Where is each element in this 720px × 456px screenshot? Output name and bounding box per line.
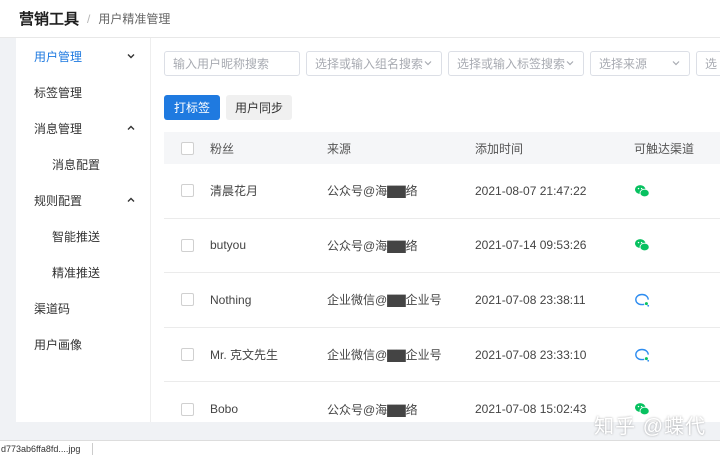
user-sync-button[interactable]: 用户同步 [226,95,292,120]
sidebar-item-tag-management[interactable]: 标签管理 [16,74,150,110]
nickname-search-input[interactable]: 输入用户昵称搜索 [164,51,300,76]
sidebar-item-label: 渠道码 [34,301,71,316]
main-content: 输入用户昵称搜索 选择或输入组名搜索 选择或输入标签搜索 选择来源 选 打标签 … [151,38,720,422]
added-time: 2021-07-08 23:33:10 [475,347,587,362]
sidebar: 用户管理 标签管理 消息管理 消息配置 规则配置 智能推送 精准推送 渠道码 用… [16,38,151,422]
row-checkbox[interactable] [181,402,194,416]
chevron-up-icon [124,121,138,135]
placeholder-text: 输入用户昵称搜索 [173,57,270,71]
source-select[interactable]: 选择来源 [590,51,690,76]
status-bar: d773ab6ffa8fd....jpg [0,440,720,456]
column-header-channel: 可触达渠道 [634,141,695,156]
sidebar-item-message-management[interactable]: 消息管理 [16,110,150,146]
placeholder-text: 选择来源 [599,57,648,71]
sidebar-item-label: 智能推送 [52,229,101,244]
sidebar-item-label: 用户管理 [34,49,83,64]
sidebar-item-precise-push[interactable]: 精准推送 [16,254,150,290]
divider [92,442,94,455]
table-row[interactable]: 清晨花月 公众号@海▇▇络 2021-08-07 21:47:22 [164,164,720,219]
chevron-down-icon [423,57,433,71]
extra-select[interactable]: 选 [696,51,720,76]
fan-name: Mr. 克文先生 [210,348,278,363]
added-time: 2021-08-07 21:47:22 [475,183,587,198]
chevron-down-icon [565,57,575,71]
file-name: d773ab6ffa8fd....jpg [1,443,81,454]
added-time: 2021-07-08 23:38:11 [475,292,586,307]
sidebar-item-label: 精准推送 [52,265,101,280]
column-header-source: 来源 [327,141,352,156]
sidebar-item-message-config[interactable]: 消息配置 [16,146,150,182]
breadcrumb-separator: / [87,11,91,26]
sidebar-item-label: 规则配置 [34,193,83,208]
sidebar-item-rule-config[interactable]: 规则配置 [16,182,150,218]
source-text: 公众号@海▇▇络 [327,238,418,253]
sidebar-item-user-profile[interactable]: 用户画像 [16,326,150,362]
row-checkbox[interactable] [181,293,194,307]
tag-button[interactable]: 打标签 [164,95,220,120]
column-header-time: 添加时间 [475,141,524,156]
fan-name: Nothing [210,292,252,307]
wechat-icon [634,237,720,253]
chevron-down-icon [671,57,681,71]
chevron-up-icon [124,193,138,207]
app-title: 营销工具 [19,11,80,28]
top-header: 营销工具 / 用户精准管理 [0,0,720,38]
user-table: 粉丝 来源 添加时间 可触达渠道 清晨花月 公众号@海▇▇络 2021-08-07 … [164,132,720,422]
row-checkbox[interactable] [181,238,194,252]
source-text: 企业微信@▇▇企业号 [327,348,442,363]
row-checkbox[interactable] [181,348,194,362]
placeholder-text: 选择或输入组名搜索 [315,57,424,71]
column-header-fans: 粉丝 [210,141,235,156]
select-all-checkbox[interactable] [181,141,194,155]
chevron-down-icon [124,49,138,63]
sidebar-item-label: 消息配置 [52,157,101,172]
tag-select[interactable]: 选择或输入标签搜索 [448,51,584,76]
group-select[interactable]: 选择或输入组名搜索 [306,51,442,76]
sidebar-item-label: 用户画像 [34,337,83,352]
watermark: 知乎 @蝶代 [594,416,706,438]
placeholder-text: 选择或输入标签搜索 [457,57,566,71]
table-row[interactable]: butyou 公众号@海▇▇络 2021-07-14 09:53:26 [164,219,720,274]
source-text: 公众号@海▇▇络 [327,402,418,417]
table-body: 清晨花月 公众号@海▇▇络 2021-08-07 21:47:22 butyou 公众号… [164,164,720,422]
work-wechat-icon [634,292,720,308]
sidebar-item-channel-code[interactable]: 渠道码 [16,290,150,326]
sidebar-item-label: 消息管理 [34,121,83,136]
work-wechat-icon [634,347,720,363]
fan-name: Bobo [210,402,239,417]
breadcrumb[interactable]: 用户精准管理 [98,10,170,27]
source-text: 公众号@海▇▇络 [327,184,418,199]
filter-bar: 输入用户昵称搜索 选择或输入组名搜索 选择或输入标签搜索 选择来源 选 [164,51,720,76]
sidebar-item-user-management[interactable]: 用户管理 [16,38,150,74]
table-header: 粉丝 来源 添加时间 可触达渠道 [164,132,720,164]
table-row[interactable]: Nothing 企业微信@▇▇企业号 2021-07-08 23:38:11 [164,273,720,328]
sidebar-item-label: 标签管理 [34,85,83,100]
source-text: 企业微信@▇▇企业号 [327,293,442,308]
sidebar-item-smart-push[interactable]: 智能推送 [16,218,150,254]
placeholder-text: 选 [705,57,718,71]
row-checkbox[interactable] [181,184,194,198]
wechat-icon [634,183,720,199]
table-row[interactable]: Mr. 克文先生 企业微信@▇▇企业号 2021-07-08 23:33:10 [164,328,720,383]
added-time: 2021-07-14 09:53:26 [475,238,587,253]
fan-name: butyou [210,238,247,253]
fan-name: 清晨花月 [210,184,259,199]
